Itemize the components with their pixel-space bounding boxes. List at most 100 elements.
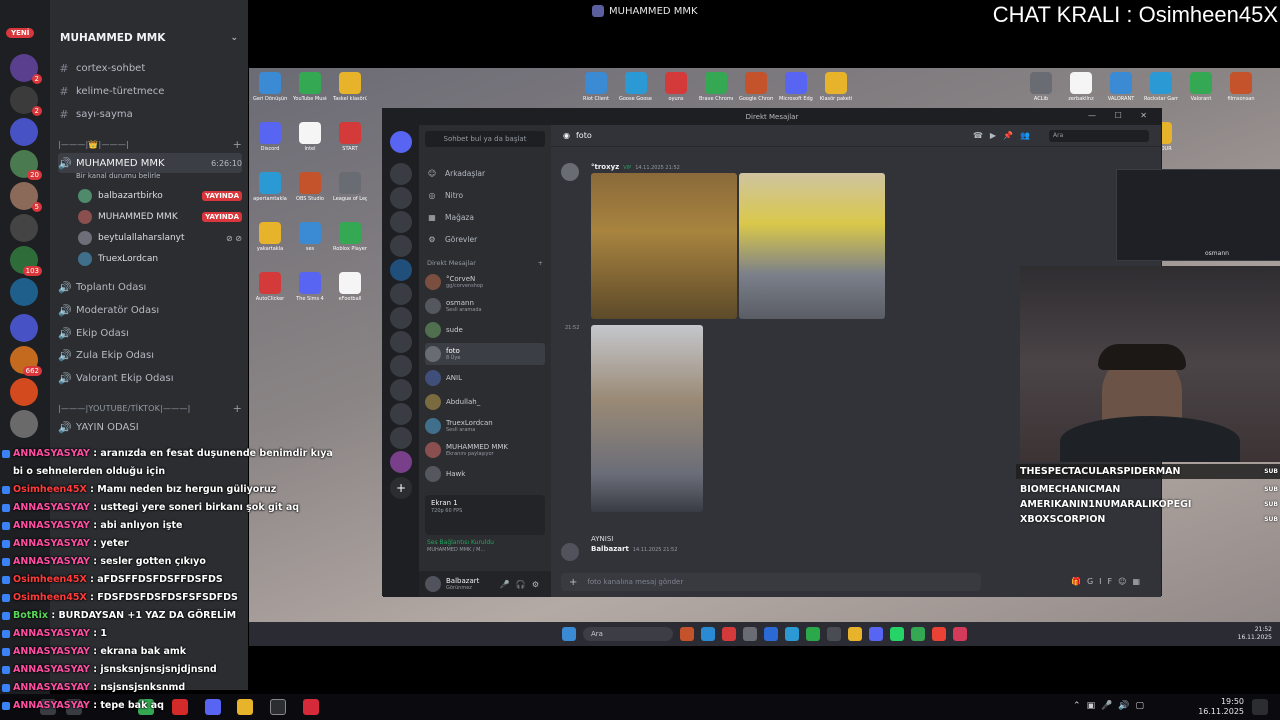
avatar[interactable] (561, 543, 579, 561)
dm-search-input[interactable]: Sohbet bul ya da başlat (425, 131, 545, 147)
dm-item[interactable]: osmann Sesli aramada (425, 295, 545, 317)
channel-status[interactable]: Bir kanal durumu belirle (76, 169, 248, 183)
desktop-icon[interactable]: ACLib (1024, 72, 1058, 102)
desktop-icon[interactable]: Geri Dönüşüm (253, 72, 287, 102)
desktop-icon[interactable]: zerbakllnz (1064, 72, 1098, 102)
app-icon[interactable] (932, 627, 946, 641)
input-tools[interactable]: 🎁GIF☺▦ (1071, 577, 1146, 586)
nav-quests[interactable]: ⚙ Görevler (427, 231, 547, 247)
avatar[interactable] (561, 163, 579, 181)
server-icon[interactable]: 662 (10, 346, 42, 376)
server-icon[interactable] (390, 307, 412, 329)
image-attachment[interactable] (739, 173, 885, 319)
app-icon[interactable] (827, 627, 841, 641)
app-icon[interactable] (785, 627, 799, 641)
dm-item-selected[interactable]: foto 8 Üye (425, 343, 545, 365)
nav-friends[interactable]: ☺ Arkadaşlar (427, 165, 547, 181)
server-icon[interactable] (10, 410, 38, 438)
category-header[interactable]: |———|YOUTUBE/TİKTOK|———| + (58, 401, 242, 415)
voice-user[interactable]: TruexLordcan (78, 249, 242, 269)
desktop-icon[interactable]: Microsoft Edge (779, 72, 813, 102)
server-icon[interactable] (390, 355, 412, 377)
windows-start-icon[interactable] (562, 627, 576, 641)
desktop-icon[interactable]: oyuns (659, 72, 693, 102)
desktop-icon[interactable]: START (333, 122, 367, 152)
server-icon[interactable] (390, 259, 412, 281)
dm-item[interactable]: Abdullah_ (425, 391, 545, 413)
youtube-icon[interactable] (722, 627, 736, 641)
server-icon[interactable] (390, 427, 412, 449)
desktop-icon[interactable]: OBS Studio (293, 172, 327, 202)
dm-item[interactable]: TruexLordcan Sesli arama (425, 415, 545, 437)
server-icon[interactable] (390, 331, 412, 353)
voice-user[interactable]: beytulallaharslanyt ⊘ ⊘ (78, 228, 242, 248)
desktop-icon[interactable]: Klasör paketi (819, 72, 853, 102)
whatsapp-icon[interactable] (890, 627, 904, 641)
server-icon[interactable] (390, 187, 412, 209)
message-input[interactable]: + foto kanalına mesaj gönder (561, 573, 981, 591)
dm-item[interactable]: ANIL (425, 367, 545, 389)
channel-sayi-sayma[interactable]: # sayı-sayma (58, 104, 242, 124)
voice-channel[interactable]: 🔊 Ekip Odası (58, 323, 242, 343)
nav-shop[interactable]: ▦ Mağaza (427, 209, 547, 225)
voice-channel[interactable]: 🔊 Moderatör Odası (58, 300, 242, 320)
voice-channel[interactable]: 🔊 Zula Ekip Odası (58, 345, 242, 365)
server-icon[interactable] (390, 451, 412, 473)
screen-share-preview[interactable]: osmann (1116, 169, 1280, 261)
server-icon[interactable] (390, 163, 412, 185)
message-author[interactable]: Balbazart 14.11.2025 21:52 (591, 545, 677, 553)
plus-icon[interactable]: + (233, 138, 242, 151)
message-author[interactable]: °troxyz VIP 14.11.2025 21:52 (591, 163, 680, 171)
nav-nitro[interactable]: ◎ Nitro (427, 187, 547, 203)
desktop-icon[interactable]: Rockstar Games (1144, 72, 1178, 102)
dm-item[interactable]: sude (425, 319, 545, 341)
desktop-icon[interactable]: Discord (253, 122, 287, 152)
window-controls[interactable]: — ☐ ✕ (1088, 111, 1155, 120)
server-icon[interactable] (10, 214, 38, 242)
server-icon[interactable]: 20 (10, 150, 42, 180)
app-icon[interactable] (680, 627, 694, 641)
desktop-icon[interactable]: YouTube Music (293, 72, 327, 102)
chrome-icon[interactable] (911, 627, 925, 641)
avatar[interactable] (425, 576, 441, 592)
desktop-icon[interactable]: League of Legends (333, 172, 367, 202)
app-icon[interactable] (764, 627, 778, 641)
server-icon[interactable]: 5 (10, 182, 42, 212)
app-icon[interactable] (806, 627, 820, 641)
desktop-icon[interactable]: Goose Goose Duck (619, 72, 653, 102)
desktop-icon[interactable]: Roblox Player (333, 222, 367, 252)
user-controls[interactable]: 🎤🎧⚙ (500, 580, 545, 589)
server-header[interactable]: MUHAMMED MMK ⌄ (50, 26, 248, 50)
desktop-icon[interactable]: Google Chrome (739, 72, 773, 102)
voice-user[interactable]: balbazartbirko YAYINDA (78, 186, 242, 206)
image-attachment[interactable] (591, 325, 703, 512)
desktop-icon[interactable]: VALORANT (1104, 72, 1138, 102)
desktop-icon[interactable]: eFootball (333, 272, 367, 302)
channel-cortex-sohbet[interactable]: # cortex-sohbet (58, 58, 242, 78)
desktop-icon[interactable]: AutoClicker (253, 272, 287, 302)
desktop-icon[interactable]: yakartakla (253, 222, 287, 252)
folder-icon[interactable] (10, 118, 38, 146)
dm-item[interactable]: MUHAMMED MMK Ekranını paylaşıyor (425, 439, 545, 461)
server-icon[interactable] (390, 211, 412, 233)
system-tray[interactable]: ⌃▣🎤🔊▢ (1073, 701, 1150, 711)
desktop-icon[interactable]: ses (293, 222, 327, 252)
discord-home-icon[interactable] (390, 131, 412, 153)
server-icon[interactable] (390, 403, 412, 425)
server-icon[interactable] (390, 235, 412, 257)
server-icon[interactable] (390, 283, 412, 305)
desktop-icon[interactable]: Riot Client (579, 72, 613, 102)
server-icon[interactable]: 103 (10, 246, 42, 276)
server-icon[interactable]: 2 (10, 54, 42, 84)
server-icon[interactable] (10, 278, 38, 306)
plus-icon[interactable]: + (233, 402, 242, 415)
server-icon[interactable] (10, 378, 38, 406)
server-icon[interactable]: 2 (10, 86, 42, 116)
app-icon[interactable] (743, 627, 757, 641)
voice-user[interactable]: MUHAMMED MMK YAYINDA (78, 207, 242, 227)
header-actions[interactable]: ☎▶📌👥 (973, 131, 1037, 140)
dm-item[interactable]: Hawk (425, 463, 545, 485)
stream-panel[interactable]: Ekran 1 720p 60 FPS (425, 495, 545, 535)
desktop-icon[interactable]: Valorant (1184, 72, 1218, 102)
desktop-icon[interactable]: Brave Chrome (699, 72, 733, 102)
